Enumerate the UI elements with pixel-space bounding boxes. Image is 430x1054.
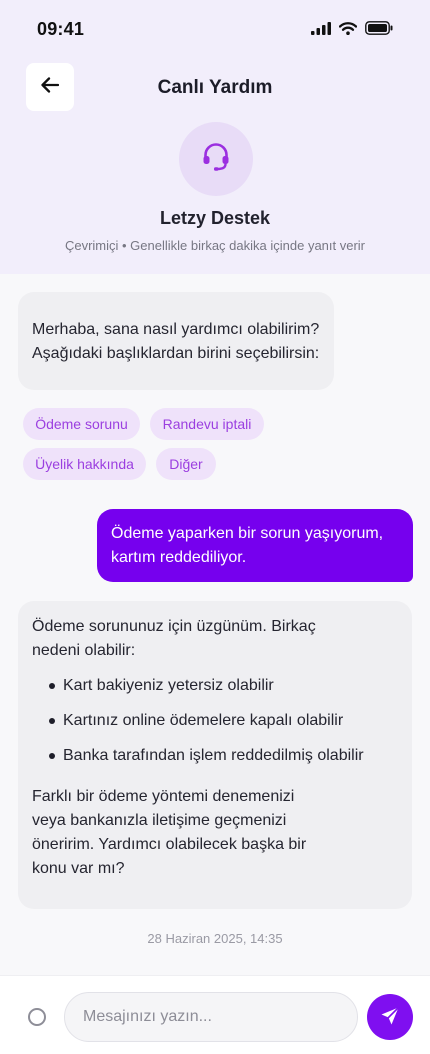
message-text: öneririm. Yardımcı olabilecek başka bir bbox=[32, 836, 307, 853]
message-text: nedeni olabilir: bbox=[32, 642, 136, 659]
user-message-bubble: Ödeme yaparken bir sorun yaşıyorum, kart… bbox=[97, 509, 413, 582]
quick-reply-odeme-sorunu[interactable]: Ödeme sorunu bbox=[23, 408, 140, 440]
message-text: konu var mı? bbox=[32, 860, 125, 877]
message-text: veya bankanızla iletişime geçmenizi bbox=[32, 812, 287, 829]
reason-item: Kart bakiyeniz yetersiz olabilir bbox=[32, 674, 398, 709]
message-timestamp: 28 Haziran 2025, 14:35 bbox=[147, 931, 283, 946]
quick-reply-diger[interactable]: Diğer bbox=[156, 448, 216, 480]
message-text: kartım reddediliyor. bbox=[111, 549, 247, 566]
reason-list: Kart bakiyeniz yetersiz olabilir Kartını… bbox=[32, 674, 398, 779]
wifi-icon bbox=[338, 21, 358, 40]
send-icon bbox=[380, 1006, 400, 1029]
battery-icon bbox=[365, 21, 393, 40]
message-text: Farklı bir ödeme yöntemi denemenizi bbox=[32, 788, 295, 805]
send-button[interactable] bbox=[367, 994, 413, 1040]
quick-reply-uyelik-hakkinda[interactable]: Üyelik hakkında bbox=[23, 448, 146, 480]
message-text: Merhaba, sana nasıl yardımcı olabilirim? bbox=[32, 321, 320, 338]
message-text: Ödeme yaparken bir sorun yaşıyorum, bbox=[111, 525, 384, 542]
support-message-bubble: Merhaba, sana nasıl yardımcı olabilirim?… bbox=[18, 292, 334, 390]
circle-icon[interactable] bbox=[28, 1008, 46, 1026]
support-reply-bubble: Ödeme sorununuz için üzgünüm. Birkaç ned… bbox=[18, 601, 412, 909]
cellular-signal-icon bbox=[311, 21, 331, 40]
agent-name: Letzy Destek bbox=[159, 208, 271, 228]
reason-item: Kartınız online ödemelere kapalı olabili… bbox=[32, 709, 398, 744]
agent-status: Çevrimiçi • Genellikle birkaç dakika içi… bbox=[64, 238, 366, 253]
agent-avatar bbox=[179, 122, 253, 196]
status-time: 09:41 bbox=[37, 19, 85, 39]
message-text: Aşağıdaki başlıklardan birini seçebilirs… bbox=[32, 345, 320, 362]
message-input[interactable] bbox=[64, 992, 358, 1042]
reason-item: Banka tarafından işlem reddedilmiş olabi… bbox=[32, 744, 398, 779]
status-icons bbox=[311, 21, 393, 40]
status-bar: 09:41 bbox=[0, 0, 430, 58]
headset-icon bbox=[200, 141, 232, 178]
message-text: Ödeme sorununuz için üzgünüm. Birkaç bbox=[32, 618, 316, 635]
page-title: Canlı Yardım bbox=[157, 77, 273, 98]
quick-reply-randevu-iptali[interactable]: Randevu iptali bbox=[150, 408, 264, 440]
chat-header: 09:41 Canlı Yardım Letzy Destek Çevrimiç… bbox=[0, 0, 430, 274]
message-composer bbox=[0, 975, 430, 1054]
